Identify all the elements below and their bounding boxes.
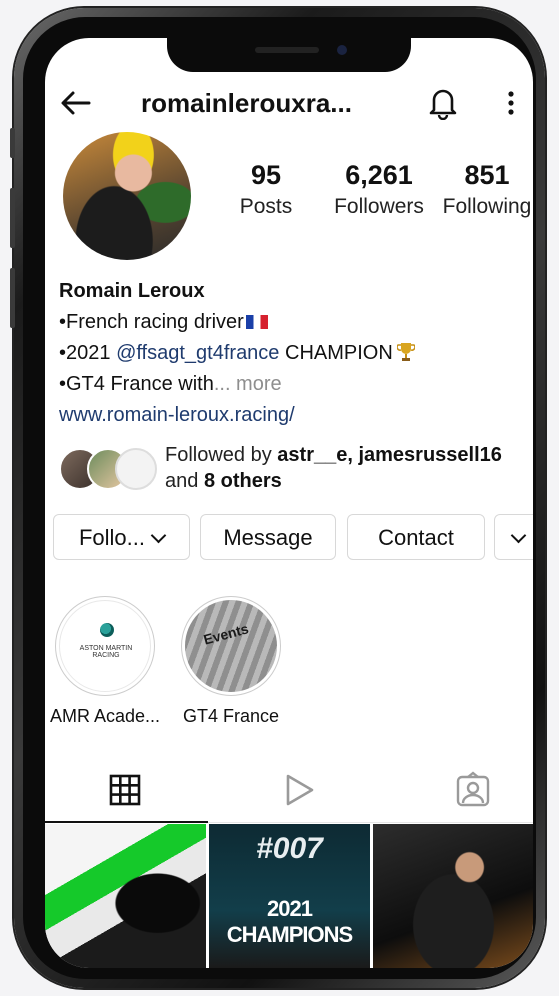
chevron-down-icon <box>510 527 526 544</box>
followed-by-text: Followed by astr__e, jamesrussell16 and … <box>165 442 502 494</box>
stat-followers[interactable]: 6,261 Followers <box>329 160 429 224</box>
app-screen: romainlerouxra... 95 Posts 6,261 Followe… <box>45 38 533 968</box>
profile-full-name: Romain Leroux <box>59 280 205 302</box>
bio-line-1-text: •French racing driver <box>59 311 244 333</box>
contact-button[interactable]: Contact <box>347 514 485 560</box>
bio-mention-link[interactable]: @ffsagt_gt4france <box>116 342 279 364</box>
stat-posts-label: Posts <box>239 195 293 218</box>
amr-logo-text: ASTON MARTIN RACING <box>79 645 133 659</box>
website-link[interactable]: www.romain-leroux.racing/ <box>59 400 529 431</box>
bio-line-1: •French racing driver <box>59 307 529 338</box>
grid-icon[interactable] <box>105 770 145 810</box>
bio-line-3-text: •GT4 France with <box>59 373 214 395</box>
profile-bio: Romain Leroux •French racing driver •202… <box>59 276 529 431</box>
post-thumbnail-3[interactable] <box>373 824 533 968</box>
highlight-ring: ASTON MARTIN RACING <box>55 596 155 696</box>
post-2-title: 2021 CHAMPIONS <box>226 896 353 947</box>
reels-play-icon[interactable] <box>279 770 319 810</box>
back-arrow-icon[interactable] <box>59 86 93 120</box>
trophy-icon <box>396 343 415 361</box>
posts-grid: #007 2021 CHAMPIONS <box>45 824 533 968</box>
amr-logo-icon <box>100 623 114 637</box>
follow-button-label: Follo... <box>78 525 146 550</box>
profile-header: romainlerouxra... <box>45 78 533 128</box>
message-button[interactable]: Message <box>200 514 336 560</box>
bio-line-3: •GT4 France with... more <box>59 369 529 400</box>
post-2-number: #007 <box>256 832 323 865</box>
profile-tabs <box>45 758 533 823</box>
bell-icon[interactable] <box>425 84 461 120</box>
highlight-label-gt4: GT4 France <box>182 706 280 726</box>
profile-actions: Follo... Message Contact <box>53 514 533 562</box>
story-highlight-gt4[interactable]: Events GT4 France <box>171 596 291 727</box>
followed-by-names: astr__e, jamesrussell16 <box>277 444 502 466</box>
stat-posts[interactable]: 95 Posts <box>231 160 301 224</box>
stat-followers-label: Followers <box>334 195 424 218</box>
chevron-down-icon <box>150 527 167 544</box>
volume-down-button <box>10 268 15 328</box>
follower-avatar-3 <box>115 448 157 490</box>
profile-username: romainlerouxra... <box>141 88 352 118</box>
france-flag-icon <box>245 315 268 329</box>
post-thumbnail-1[interactable] <box>45 824 206 968</box>
stat-followers-value: 6,261 <box>345 160 413 190</box>
suggested-accounts-button[interactable] <box>494 514 533 560</box>
followed-by-middle: and <box>165 470 204 492</box>
volume-up-button <box>10 188 15 248</box>
tagged-icon[interactable] <box>453 770 493 810</box>
followed-by-row[interactable]: Followed by astr__e, jamesrussell16 and … <box>59 442 533 494</box>
active-tab-indicator <box>45 821 208 823</box>
highlight-label-amr: AMR Acade... <box>49 706 161 726</box>
stat-posts-value: 95 <box>250 160 282 190</box>
speaker <box>255 47 319 53</box>
bio-line-2-suffix: CHAMPION <box>279 342 393 364</box>
profile-avatar[interactable] <box>63 132 191 260</box>
bio-line-2: •2021 @ffsagt_gt4france CHAMPION <box>59 338 529 369</box>
bio-more-link[interactable]: ... more <box>214 373 282 395</box>
stat-following-label: Following <box>442 195 532 218</box>
followed-by-others: 8 others <box>203 470 282 492</box>
mute-switch <box>10 128 15 158</box>
stat-following-value: 851 <box>464 160 510 190</box>
amr-logo-image: ASTON MARTIN RACING <box>59 600 151 692</box>
more-options-icon[interactable] <box>501 86 521 120</box>
follow-button[interactable]: Follo... <box>53 514 190 560</box>
story-highlight-amr[interactable]: ASTON MARTIN RACING AMR Acade... <box>45 596 165 727</box>
post-thumbnail-2[interactable]: #007 2021 CHAMPIONS <box>209 824 370 968</box>
gt4-image-text: Events <box>201 620 251 648</box>
stat-following[interactable]: 851 Following <box>437 160 533 224</box>
bio-line-2-prefix: •2021 <box>59 342 117 364</box>
notch <box>167 38 411 72</box>
gt4-image: Events <box>185 600 277 692</box>
followed-by-prefix: Followed by <box>165 444 278 466</box>
front-camera <box>337 45 347 55</box>
highlight-ring: Events <box>181 596 281 696</box>
